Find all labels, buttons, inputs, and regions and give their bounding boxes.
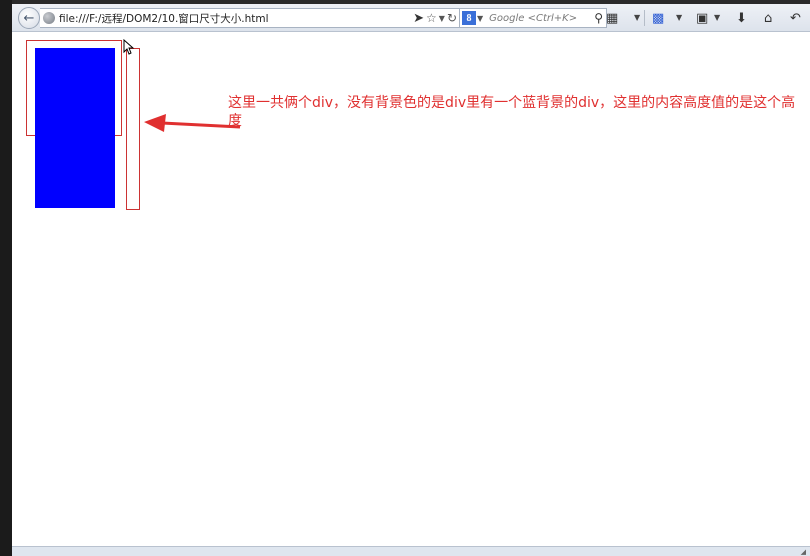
developer-tools-dropdown-icon[interactable]: ▼ — [634, 13, 640, 22]
toolbar-separator — [644, 10, 645, 26]
developer-tools-icon[interactable]: ▦ — [606, 10, 618, 26]
url-text[interactable]: file:///F:/远程/DOM2/10.窗口尺寸大小.html — [59, 11, 413, 26]
undo-icon[interactable]: ↶ — [790, 10, 801, 26]
back-button[interactable]: ← — [18, 7, 40, 29]
dropdown-icon[interactable]: ▼ — [439, 14, 445, 23]
site-identity-icon — [43, 12, 55, 24]
extension-icon[interactable]: ▣ — [696, 10, 708, 26]
search-input[interactable]: Google <Ctrl+K> — [489, 13, 594, 24]
blue-background-div — [35, 48, 115, 208]
resize-grip-icon[interactable]: ◢ — [801, 548, 806, 556]
page-content: 这里一共俩个div，没有背景色的是div里有一个蓝背景的div，这里的内容高度值… — [12, 32, 810, 546]
search-box[interactable]: 8 ▼ Google <Ctrl+K> ⚲ — [459, 8, 607, 28]
content-height-outline — [126, 48, 140, 210]
mouse-cursor-icon — [123, 39, 135, 55]
address-bar[interactable]: file:///F:/远程/DOM2/10.窗口尺寸大小.html ➤ ☆ ▼ … — [40, 8, 462, 28]
browser-toolbar: ← file:///F:/远程/DOM2/10.窗口尺寸大小.html ➤ ☆ … — [12, 4, 810, 32]
home-icon[interactable]: ⌂ — [764, 10, 772, 26]
search-engine-icon[interactable]: 8 — [462, 11, 476, 25]
reload-icon[interactable]: ↻ — [447, 11, 457, 25]
annotation-arrow-icon — [144, 114, 241, 132]
go-arrow-icon[interactable]: ➤ — [413, 11, 424, 26]
search-engine-dropdown-icon[interactable]: ▼ — [477, 14, 483, 23]
bookmark-star-icon[interactable]: ☆ — [426, 11, 437, 25]
back-arrow-icon: ← — [23, 10, 35, 26]
addons-icon[interactable]: ▩ — [652, 10, 664, 26]
downloads-icon[interactable]: ⬇ — [736, 10, 747, 26]
status-bar: ◢ — [12, 546, 810, 556]
addons-dropdown-icon[interactable]: ▼ — [676, 13, 682, 22]
search-icon[interactable]: ⚲ — [594, 11, 603, 25]
annotation-text: 这里一共俩个div，没有背景色的是div里有一个蓝背景的div，这里的内容高度值… — [228, 95, 796, 129]
window-edge — [0, 0, 12, 556]
extension-dropdown-icon[interactable]: ▼ — [714, 13, 720, 22]
